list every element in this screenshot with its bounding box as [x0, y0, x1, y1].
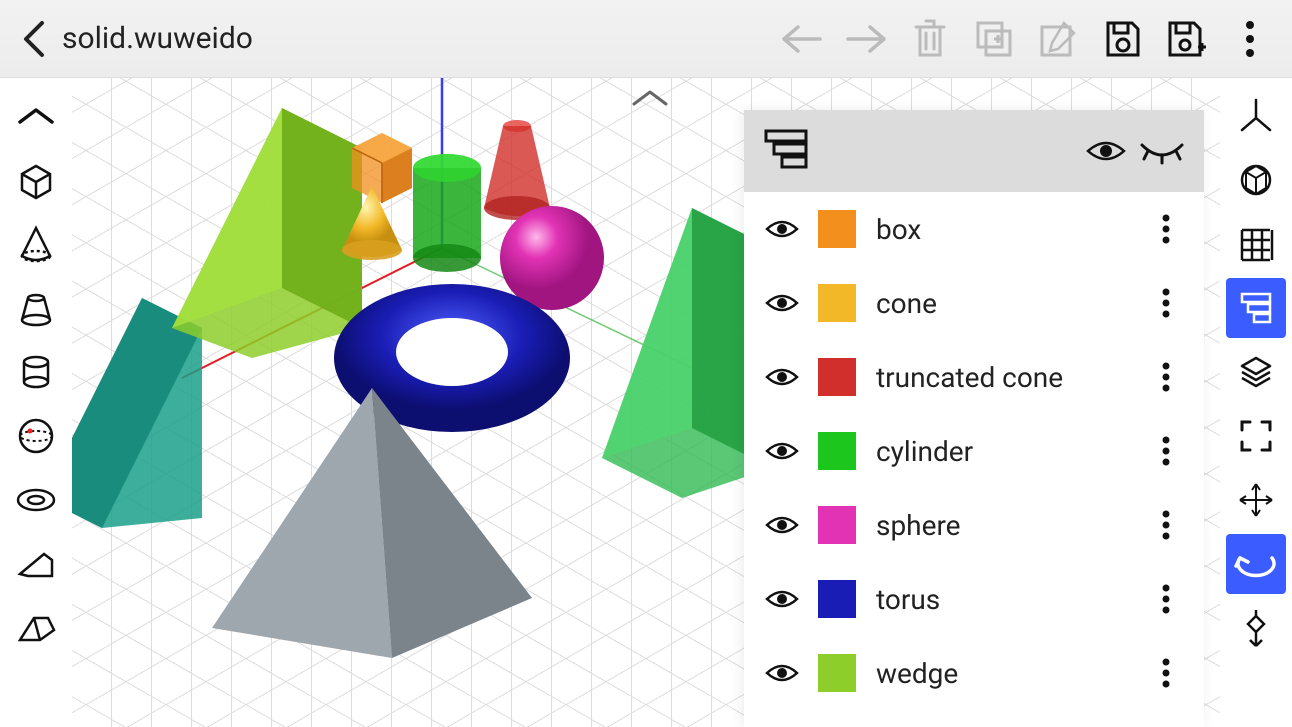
- layer-more-button[interactable]: [1146, 505, 1186, 545]
- tool-wedge[interactable]: [6, 534, 66, 594]
- scroll-up-button[interactable]: [6, 86, 66, 146]
- view-layers-button[interactable]: [1226, 278, 1286, 338]
- layer-label: torus: [876, 583, 1146, 616]
- layer-more-button[interactable]: [1146, 579, 1186, 619]
- visibility-toggle[interactable]: [762, 579, 802, 619]
- layer-label: truncated cone: [876, 361, 1146, 394]
- layer-more-button[interactable]: [1146, 283, 1186, 323]
- tool-prism[interactable]: [6, 598, 66, 658]
- color-swatch[interactable]: [818, 284, 856, 322]
- nav-back-button[interactable]: [770, 7, 834, 71]
- transform-rotate-button[interactable]: [1226, 534, 1286, 594]
- view-axis-button[interactable]: [1226, 86, 1286, 146]
- layer-label: sphere: [876, 509, 1146, 542]
- layer-label: wedge: [876, 657, 1146, 690]
- layer-item[interactable]: box: [744, 192, 1204, 266]
- layer-more-button[interactable]: [1146, 431, 1186, 471]
- show-all-button[interactable]: [1082, 127, 1130, 175]
- view-stack-button[interactable]: [1226, 342, 1286, 402]
- transform-scale-button[interactable]: [1226, 598, 1286, 658]
- tool-truncated-cone[interactable]: [6, 278, 66, 338]
- delete-button[interactable]: [898, 7, 962, 71]
- collapse-panel-button[interactable]: [630, 86, 670, 110]
- save-button[interactable]: [1090, 7, 1154, 71]
- tool-sphere[interactable]: [6, 406, 66, 466]
- visibility-toggle[interactable]: [762, 283, 802, 323]
- view-perspective-button[interactable]: [1226, 150, 1286, 210]
- layer-item[interactable]: cylinder: [744, 414, 1204, 488]
- color-swatch[interactable]: [818, 432, 856, 470]
- layer-more-button[interactable]: [1146, 653, 1186, 693]
- layer-more-button[interactable]: [1146, 209, 1186, 249]
- layer-item[interactable]: torus: [744, 562, 1204, 636]
- tool-box[interactable]: [6, 150, 66, 210]
- nav-forward-button[interactable]: [834, 7, 898, 71]
- color-swatch[interactable]: [818, 506, 856, 544]
- shape-cone-yellow[interactable]: [332, 178, 412, 268]
- color-swatch[interactable]: [818, 580, 856, 618]
- color-swatch[interactable]: [818, 654, 856, 692]
- layer-item[interactable]: sphere: [744, 488, 1204, 562]
- visibility-toggle[interactable]: [762, 505, 802, 545]
- tool-cylinder[interactable]: [6, 342, 66, 402]
- layer-panel: box cone truncated cone cylinder sphere torus…: [744, 110, 1204, 727]
- duplicate-button[interactable]: [962, 7, 1026, 71]
- layer-item[interactable]: cone: [744, 266, 1204, 340]
- visibility-toggle[interactable]: [762, 357, 802, 397]
- layer-label: cone: [876, 287, 1146, 320]
- hide-all-button[interactable]: [1138, 127, 1186, 175]
- layer-more-button[interactable]: [1146, 357, 1186, 397]
- layer-item[interactable]: wedge: [744, 636, 1204, 710]
- file-title: solid.wuweido: [62, 21, 253, 56]
- save-as-button[interactable]: [1154, 7, 1218, 71]
- visibility-toggle[interactable]: [762, 653, 802, 693]
- back-button[interactable]: [10, 15, 58, 63]
- layers-header-icon: [762, 127, 810, 175]
- visibility-toggle[interactable]: [762, 209, 802, 249]
- transform-move-button[interactable]: [1226, 470, 1286, 530]
- menu-more-button[interactable]: [1218, 7, 1282, 71]
- tool-torus[interactable]: [6, 470, 66, 530]
- edit-button[interactable]: [1026, 7, 1090, 71]
- view-grid-button[interactable]: [1226, 214, 1286, 274]
- color-swatch[interactable]: [818, 210, 856, 248]
- visibility-toggle[interactable]: [762, 431, 802, 471]
- layer-list: box cone truncated cone cylinder sphere torus…: [744, 192, 1204, 727]
- layer-label: box: [876, 213, 1146, 246]
- layer-item[interactable]: truncated cone: [744, 340, 1204, 414]
- color-swatch[interactable]: [818, 358, 856, 396]
- layer-panel-header: [744, 110, 1204, 192]
- view-fullscreen-button[interactable]: [1226, 406, 1286, 466]
- tool-cone[interactable]: [6, 214, 66, 274]
- layer-label: cylinder: [876, 435, 1146, 468]
- shape-pyramid-grey[interactable]: [192, 368, 552, 668]
